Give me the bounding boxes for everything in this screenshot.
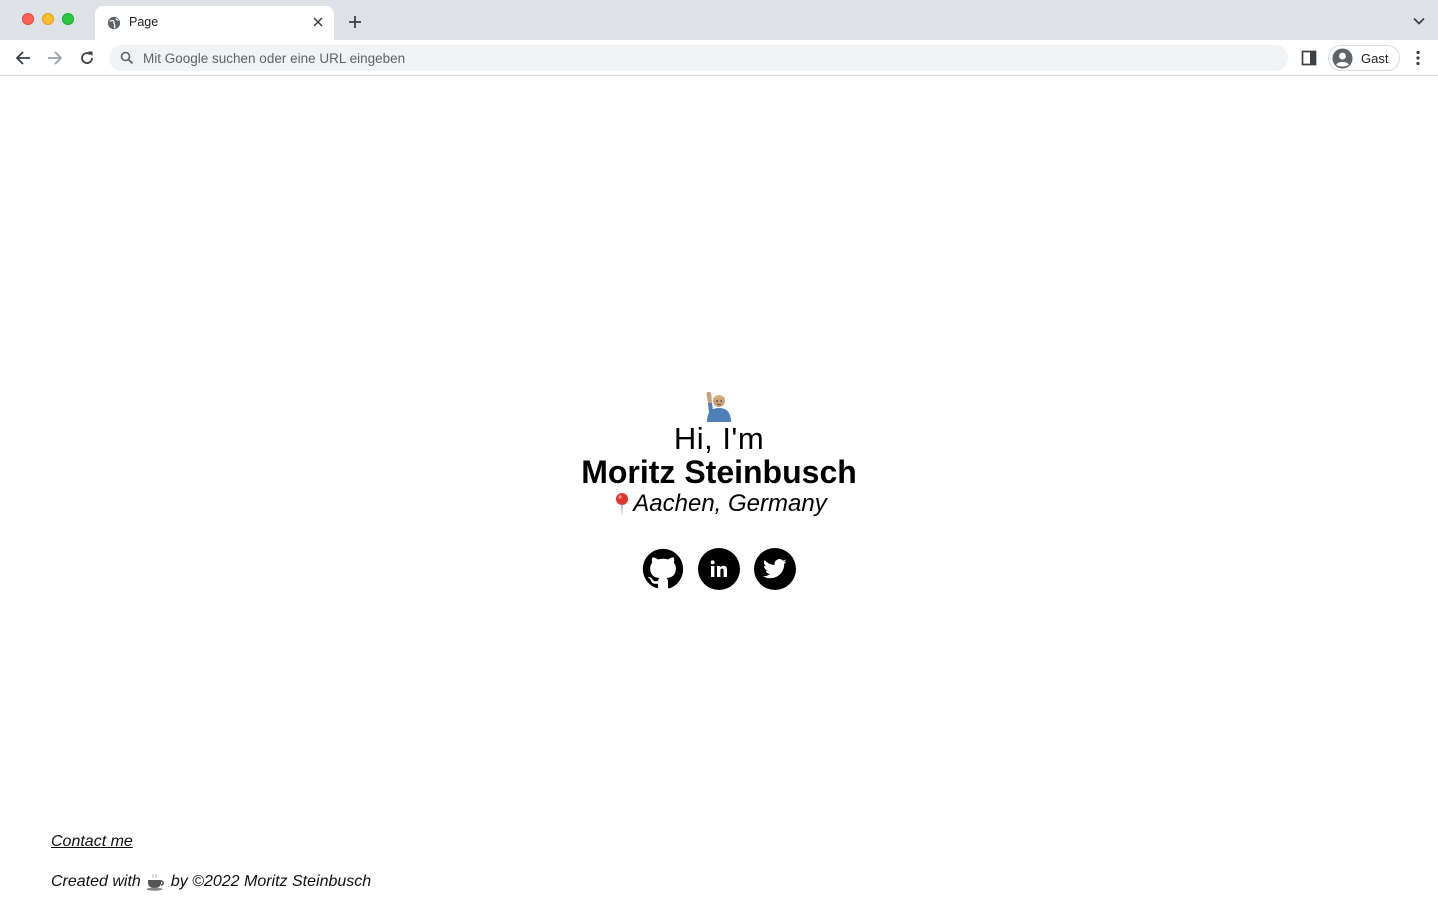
location-text: Aachen, Germany: [633, 490, 827, 517]
social-links: [0, 548, 1438, 590]
linkedin-link[interactable]: [698, 548, 740, 590]
reload-icon: [81, 51, 93, 64]
browser-window: Page Mit Google suchen oder eine URL ein…: [0, 0, 1438, 908]
credits-prefix: Created with: [51, 873, 141, 890]
side-panel-icon[interactable]: [1301, 50, 1317, 66]
browser-menu-button[interactable]: [1410, 48, 1426, 68]
window-close-button[interactable]: [22, 13, 34, 25]
hero-section: Hi, I'm Moritz Steinbusch Aachen, German…: [0, 389, 1438, 590]
footer: Contact me Created with by ©2022 Moritz …: [51, 832, 371, 892]
tab-search-chevron-down-icon[interactable]: [1412, 14, 1426, 28]
reload-button[interactable]: [76, 47, 98, 69]
avatar-icon: [1332, 48, 1353, 69]
tab-close-button[interactable]: [310, 14, 326, 30]
forward-button[interactable]: [44, 47, 66, 69]
github-link[interactable]: [642, 548, 684, 590]
github-icon: [642, 548, 684, 589]
credits: Created with by ©2022 Moritz Steinbusch: [51, 872, 371, 892]
tab-strip: Page: [0, 0, 1438, 40]
kebab-menu-icon: [1416, 50, 1420, 66]
window-minimize-button[interactable]: [42, 13, 54, 25]
arrow-right-icon: [48, 51, 63, 65]
contact-link[interactable]: Contact me: [51, 832, 371, 852]
twitter-link[interactable]: [754, 548, 796, 590]
omnibox[interactable]: [109, 45, 1288, 71]
toolbar: Gast: [0, 40, 1438, 76]
page-title: Moritz Steinbusch: [581, 454, 857, 490]
web-page: Hi, I'm Moritz Steinbusch Aachen, German…: [0, 77, 1438, 908]
back-button[interactable]: [12, 47, 34, 69]
coffee-emoji: [146, 873, 164, 891]
profile-button[interactable]: Gast: [1328, 45, 1400, 71]
profile-label: Gast: [1361, 51, 1389, 66]
location: Aachen, Germany: [611, 489, 827, 519]
plus-icon: [349, 16, 361, 28]
browser-tab[interactable]: Page: [95, 6, 334, 40]
tab-title: Page: [129, 15, 159, 29]
arrow-left-icon: [15, 51, 30, 65]
linkedin-icon: [710, 560, 727, 577]
window-maximize-button[interactable]: [62, 13, 74, 25]
close-icon: [313, 17, 323, 27]
globe-icon: [107, 16, 121, 30]
greeting-text: Hi, I'm: [673, 421, 765, 456]
search-icon: [120, 51, 134, 65]
pin-emoji: [616, 493, 629, 516]
new-tab-button[interactable]: [345, 12, 365, 32]
address-input[interactable]: [143, 45, 1263, 71]
raising-hand-emoji: [706, 391, 731, 422]
credits-suffix: by ©2022 Moritz Steinbusch: [170, 873, 372, 890]
twitter-icon: [763, 559, 787, 579]
